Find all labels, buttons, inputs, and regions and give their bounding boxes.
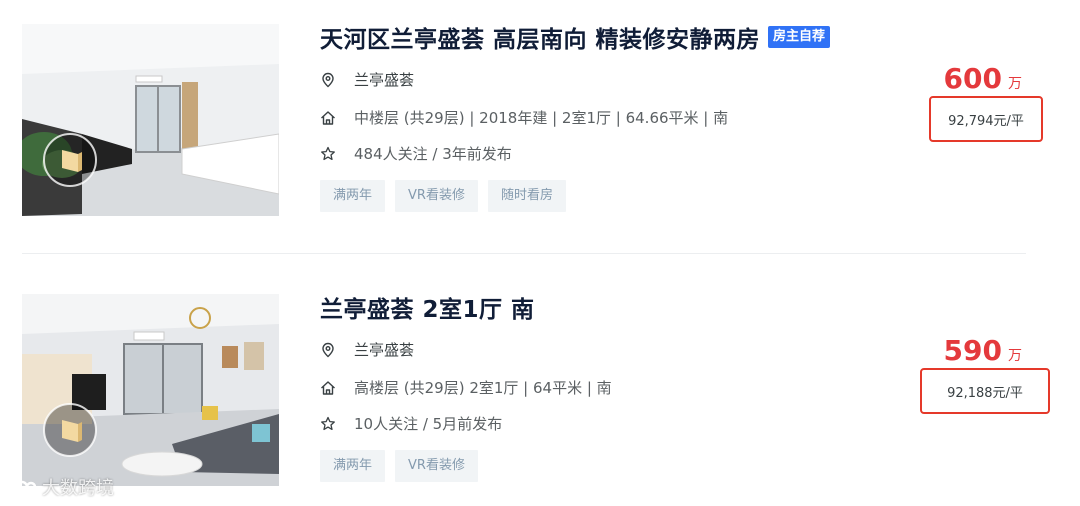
unit-price-value: 92,188元/平 [947, 385, 1023, 401]
vr-tour-icon[interactable] [42, 402, 98, 458]
house-info-text: 高楼层 (共29层) 2室1厅 | 64平米 | 南 [354, 379, 612, 397]
title-row: 兰亭盛荟 2室1厅 南 [320, 290, 535, 324]
unit-price-highlight: 92,188元/平 [920, 368, 1050, 414]
watermark-text: 大数跨境 [42, 478, 114, 499]
listing-photo[interactable] [22, 24, 279, 216]
house-info-line: 中楼层 (共29层) | 2018年建 | 2室1厅 | 64.66平米 | 南 [320, 107, 728, 128]
house-info-text: 中楼层 (共29层) | 2018年建 | 2室1厅 | 64.66平米 | 南 [354, 109, 729, 127]
watermark: 大数跨境 [8, 474, 114, 500]
star-icon [320, 146, 336, 162]
tag-item: VR看装修 [395, 180, 478, 212]
location-pin-icon [320, 342, 336, 358]
vr-tour-icon[interactable] [42, 132, 98, 188]
follow-info-line: 10人关注 / 5月前发布 [320, 413, 502, 434]
total-price-value: 590 [943, 334, 1002, 367]
house-info-line: 高楼层 (共29层) 2室1厅 | 64平米 | 南 [320, 377, 612, 398]
total-price: 600 万 [944, 62, 1022, 95]
listing-divider [22, 253, 1026, 254]
tag-item: 随时看房 [487, 180, 566, 212]
community-line: 兰亭盛荟 [320, 339, 414, 360]
listing-title[interactable]: 兰亭盛荟 2室1厅 南 [320, 290, 535, 324]
listing-photo[interactable] [22, 294, 279, 486]
community-name-link[interactable]: 兰亭盛荟 [354, 69, 414, 90]
tag-list: 满两年 VR看装修 随时看房 [320, 180, 576, 212]
tag-item: VR看装修 [395, 450, 478, 482]
owner-recommend-badge: 房主自荐 [768, 26, 831, 48]
community-name-link[interactable]: 兰亭盛荟 [354, 339, 414, 360]
unit-price-highlight: 92,794元/平 [929, 96, 1043, 142]
community-line: 兰亭盛荟 [320, 69, 414, 90]
watermark-logo-icon [8, 479, 36, 496]
follow-info-text: 484人关注 / 3年前发布 [354, 145, 512, 163]
house-icon [320, 380, 336, 396]
listing-title[interactable]: 天河区兰亭盛荟 高层南向 精装修安静两房 [320, 20, 760, 54]
total-price: 590 万 [944, 334, 1022, 367]
listing-card[interactable]: 天河区兰亭盛荟 高层南向 精装修安静两房 房主自荐 兰亭盛荟 中楼层 (共29层… [0, 0, 1080, 250]
location-pin-icon [320, 72, 336, 88]
tag-item: 满两年 [320, 180, 386, 212]
title-row: 天河区兰亭盛荟 高层南向 精装修安静两房 房主自荐 [320, 20, 831, 54]
listing-card[interactable]: 兰亭盛荟 2室1厅 南 兰亭盛荟 高楼层 (共29层) 2室1厅 | 64平米 … [0, 270, 1080, 506]
star-icon [320, 416, 336, 432]
unit-price-value: 92,794元/平 [948, 113, 1024, 129]
tag-item: 满两年 [320, 450, 386, 482]
tag-list: 满两年 VR看装修 [320, 450, 488, 482]
total-price-unit: 万 [1008, 348, 1022, 364]
total-price-unit: 万 [1008, 76, 1022, 92]
total-price-value: 600 [943, 62, 1002, 95]
follow-info-line: 484人关注 / 3年前发布 [320, 143, 512, 164]
follow-info-text: 10人关注 / 5月前发布 [354, 415, 503, 433]
house-icon [320, 110, 336, 126]
